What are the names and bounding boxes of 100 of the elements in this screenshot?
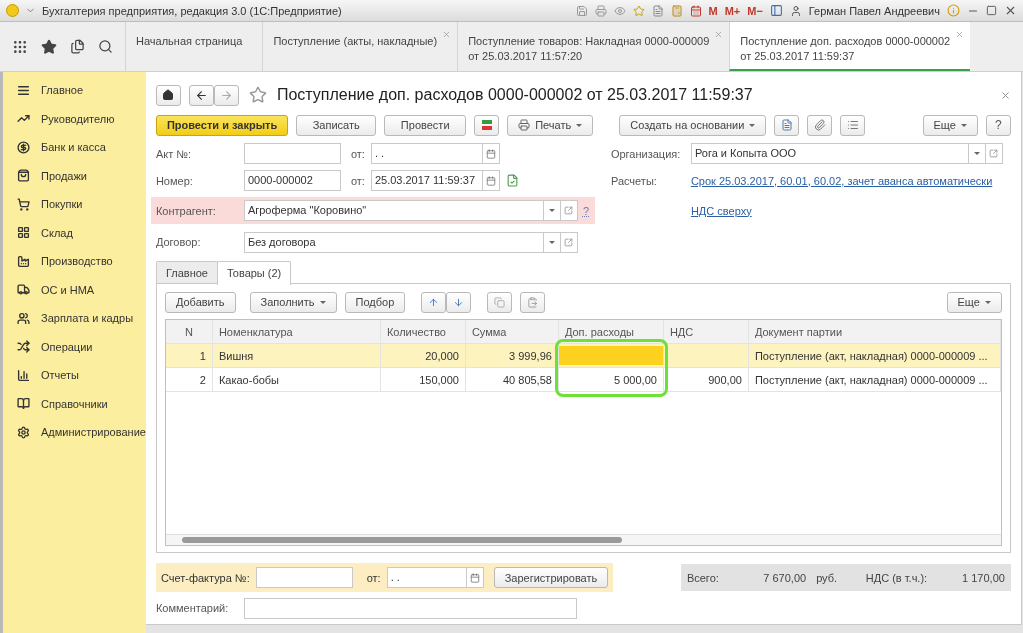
table-cell: 1	[165, 344, 213, 367]
table-cell: 900,00	[663, 368, 749, 391]
column-header[interactable]: НДС	[663, 320, 749, 343]
ledger-icon	[480, 119, 493, 131]
scroll-thumb[interactable]	[181, 537, 622, 543]
move-up-button[interactable]	[421, 291, 447, 313]
printer-icon	[518, 119, 531, 131]
table-row[interactable]: 2 Какао-бобы 150,000 40 805,58 5 000,00 900,00 Поступление (акт, накладная) 0000-000009 ...	[165, 368, 1001, 392]
fill-button[interactable]: Заполнить	[249, 291, 337, 313]
toolbar-button[interactable]: Записать	[296, 114, 377, 136]
list-button[interactable]	[840, 114, 866, 136]
column-header[interactable]: Документ партии	[748, 320, 1001, 343]
column-header[interactable]: Количество	[380, 320, 466, 343]
date-field[interactable]: 25.03.2017 11:59:37	[370, 170, 483, 191]
window-tab[interactable]: Начальная страница	[125, 22, 263, 71]
window-tab[interactable]: Поступление доп. расходов 0000-000002 от 25.03.2017 11:59:37	[729, 22, 971, 71]
sidebar-item[interactable]: Администрирование	[3, 418, 146, 447]
back-button[interactable]	[188, 84, 214, 106]
memory-button[interactable]: M+	[724, 4, 741, 17]
horizontal-scrollbar[interactable]	[165, 534, 1001, 545]
close-icon[interactable]	[999, 89, 1011, 101]
user-name[interactable]: Герман Павел Андреевич	[808, 4, 940, 17]
sidebar-item[interactable]: Склад	[3, 218, 146, 247]
date-field[interactable]: . .	[370, 143, 483, 164]
sidebar-item[interactable]: ОС и НМА	[3, 275, 146, 304]
comment-field[interactable]	[243, 597, 577, 619]
arrow-left-icon	[194, 88, 208, 102]
table-row[interactable]: 1 Вишня 20,000 3 999,96 Поступление (акт, накладная) 0000-000009 ...	[165, 344, 1001, 368]
sidebar-item[interactable]: Производство	[3, 247, 146, 276]
sidebar-item[interactable]: Банк и касса	[3, 133, 146, 162]
settlements-link[interactable]: Срок 25.03.2017, 60.01, 60.02, зачет аванса автоматически	[690, 174, 993, 187]
table-cell: 20,000	[380, 344, 466, 367]
input-field[interactable]	[243, 143, 341, 164]
sidebar-label: Банк и касса	[41, 141, 106, 154]
total-label: Всего:	[686, 571, 720, 584]
create-based-button[interactable]: Создать на основании	[619, 114, 767, 136]
close-icon[interactable]	[714, 30, 724, 39]
paste-button[interactable]	[520, 291, 546, 313]
apps-icon[interactable]	[12, 38, 29, 55]
sidebar-item[interactable]: Отчеты	[3, 361, 146, 390]
close-icon[interactable]	[442, 30, 452, 39]
date-field[interactable]: . .	[386, 567, 467, 588]
search-icon[interactable]	[97, 39, 113, 54]
document-icon	[780, 119, 793, 131]
vat-link[interactable]: НДС сверху	[690, 204, 752, 217]
home-button[interactable]	[155, 84, 181, 106]
factory-icon	[17, 254, 30, 268]
form-tab[interactable]: Товары (2)	[216, 261, 292, 285]
panel-icon	[769, 4, 783, 17]
field-label: Комментарий:	[155, 602, 230, 614]
column-header[interactable]: N	[165, 320, 213, 343]
copy-button[interactable]	[487, 291, 513, 313]
select-field[interactable]: Рога и Копыта ООО	[690, 143, 969, 164]
sidebar-label: Покупки	[41, 198, 83, 211]
toolbar-button[interactable]: Провести	[384, 114, 467, 136]
app-logo-icon[interactable]	[6, 4, 19, 17]
form-tab[interactable]: Главное	[155, 261, 218, 283]
select-field[interactable]: Агроферма "Коровино"	[243, 200, 544, 221]
pick-button[interactable]: Подбор	[344, 291, 406, 313]
add-button[interactable]: Добавить	[164, 291, 236, 313]
select-field[interactable]: Без договора	[243, 231, 544, 253]
more-button[interactable]: Еще	[946, 291, 1002, 313]
field-label: Организация:	[610, 147, 682, 160]
print-button[interactable]: Печать	[507, 114, 594, 136]
document-button[interactable]	[774, 114, 800, 136]
column-header[interactable]: Номенклатура	[212, 320, 381, 343]
star-icon	[632, 4, 645, 17]
ledger-button[interactable]	[474, 114, 500, 136]
sidebar-item[interactable]: Зарплата и кадры	[3, 304, 146, 333]
column-header[interactable]: Доп. расходы	[558, 320, 664, 343]
menu-icon	[17, 83, 30, 97]
close-icon[interactable]	[955, 30, 965, 39]
more-button[interactable]: Еще	[922, 114, 978, 136]
user-icon	[789, 4, 802, 17]
sidebar-item[interactable]: Руководителю	[3, 104, 146, 133]
sidebar-item[interactable]: Справочники	[3, 389, 146, 418]
input-field[interactable]	[255, 567, 353, 588]
memory-button[interactable]: M−	[747, 4, 763, 17]
help-button[interactable]: ?	[985, 114, 1011, 136]
column-header[interactable]: Сумма	[465, 320, 559, 343]
register-button[interactable]: Зарегистрировать	[493, 567, 609, 588]
star-icon[interactable]	[248, 86, 267, 104]
input-field[interactable]: 0000-000002	[243, 170, 341, 191]
sidebar-item[interactable]: Операции	[3, 332, 146, 361]
window-tab[interactable]: Поступление (акты, накладные)	[262, 22, 458, 71]
field-label: Договор:	[155, 236, 202, 248]
star-icon[interactable]	[41, 38, 58, 55]
table-cell: 5 000,00	[558, 368, 664, 391]
sidebar-item[interactable]: Главное	[3, 76, 146, 105]
info-icon	[947, 4, 960, 17]
post-and-close-button[interactable]: Провести и закрыть	[155, 114, 289, 136]
sidebar-label: ОС и НМА	[41, 283, 95, 296]
sidebar-item[interactable]: Покупки	[3, 190, 146, 219]
shuffle-icon	[17, 340, 30, 354]
move-down-button[interactable]	[446, 291, 472, 313]
sidebar-item[interactable]: Продажи	[3, 161, 146, 190]
sidebar-label: Производство	[41, 255, 113, 268]
attach-button[interactable]	[807, 114, 833, 136]
memory-button[interactable]: M	[708, 4, 718, 17]
table-cell: Поступление (акт, накладная) 0000-000009 ...	[748, 368, 1001, 391]
